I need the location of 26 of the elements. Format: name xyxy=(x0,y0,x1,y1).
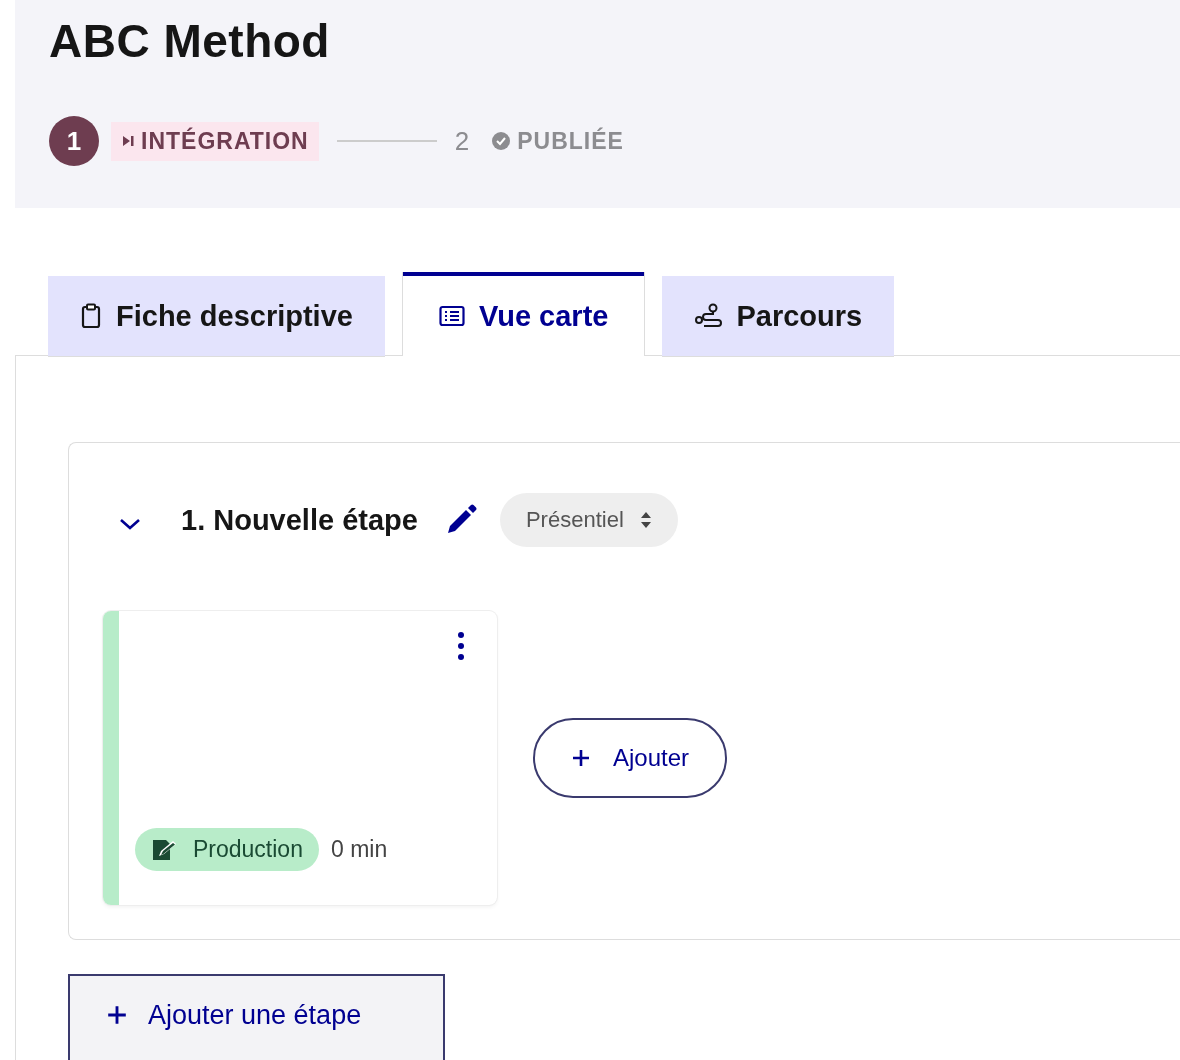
add-button[interactable]: Ajouter xyxy=(533,718,728,798)
step-text: INTÉGRATION xyxy=(141,127,309,155)
sort-arrows-icon xyxy=(639,511,652,529)
page-title: ABC Method xyxy=(49,14,331,68)
check-circle-icon xyxy=(491,131,512,151)
add-step-button[interactable]: Ajouter une étape xyxy=(68,974,445,1060)
step-number: 2 xyxy=(454,125,470,157)
activity-tag: Production xyxy=(135,828,319,871)
tab[interactable]: Vue carte xyxy=(402,272,645,356)
plus-icon xyxy=(106,1004,128,1026)
chevron-icon[interactable] xyxy=(119,517,141,531)
route-icon xyxy=(694,303,723,329)
edit-document-icon xyxy=(151,837,177,862)
tab[interactable]: Parcours xyxy=(662,276,895,356)
skip-icon xyxy=(121,134,135,148)
step-title: 1. Nouvelle étape xyxy=(181,503,418,537)
activity-card[interactable]: Production 0 min xyxy=(103,611,497,905)
more-icon[interactable] xyxy=(457,631,465,661)
list-icon xyxy=(438,305,465,327)
clipboard-icon xyxy=(80,303,102,329)
duration-text: 0 min xyxy=(330,836,388,863)
step-text: PUBLIÉE xyxy=(517,127,624,155)
tab[interactable]: Fiche descriptive xyxy=(48,276,385,356)
plus-icon xyxy=(571,748,591,768)
mode-select[interactable]: Présentiel xyxy=(499,493,678,547)
step-number: 1 xyxy=(49,116,99,166)
